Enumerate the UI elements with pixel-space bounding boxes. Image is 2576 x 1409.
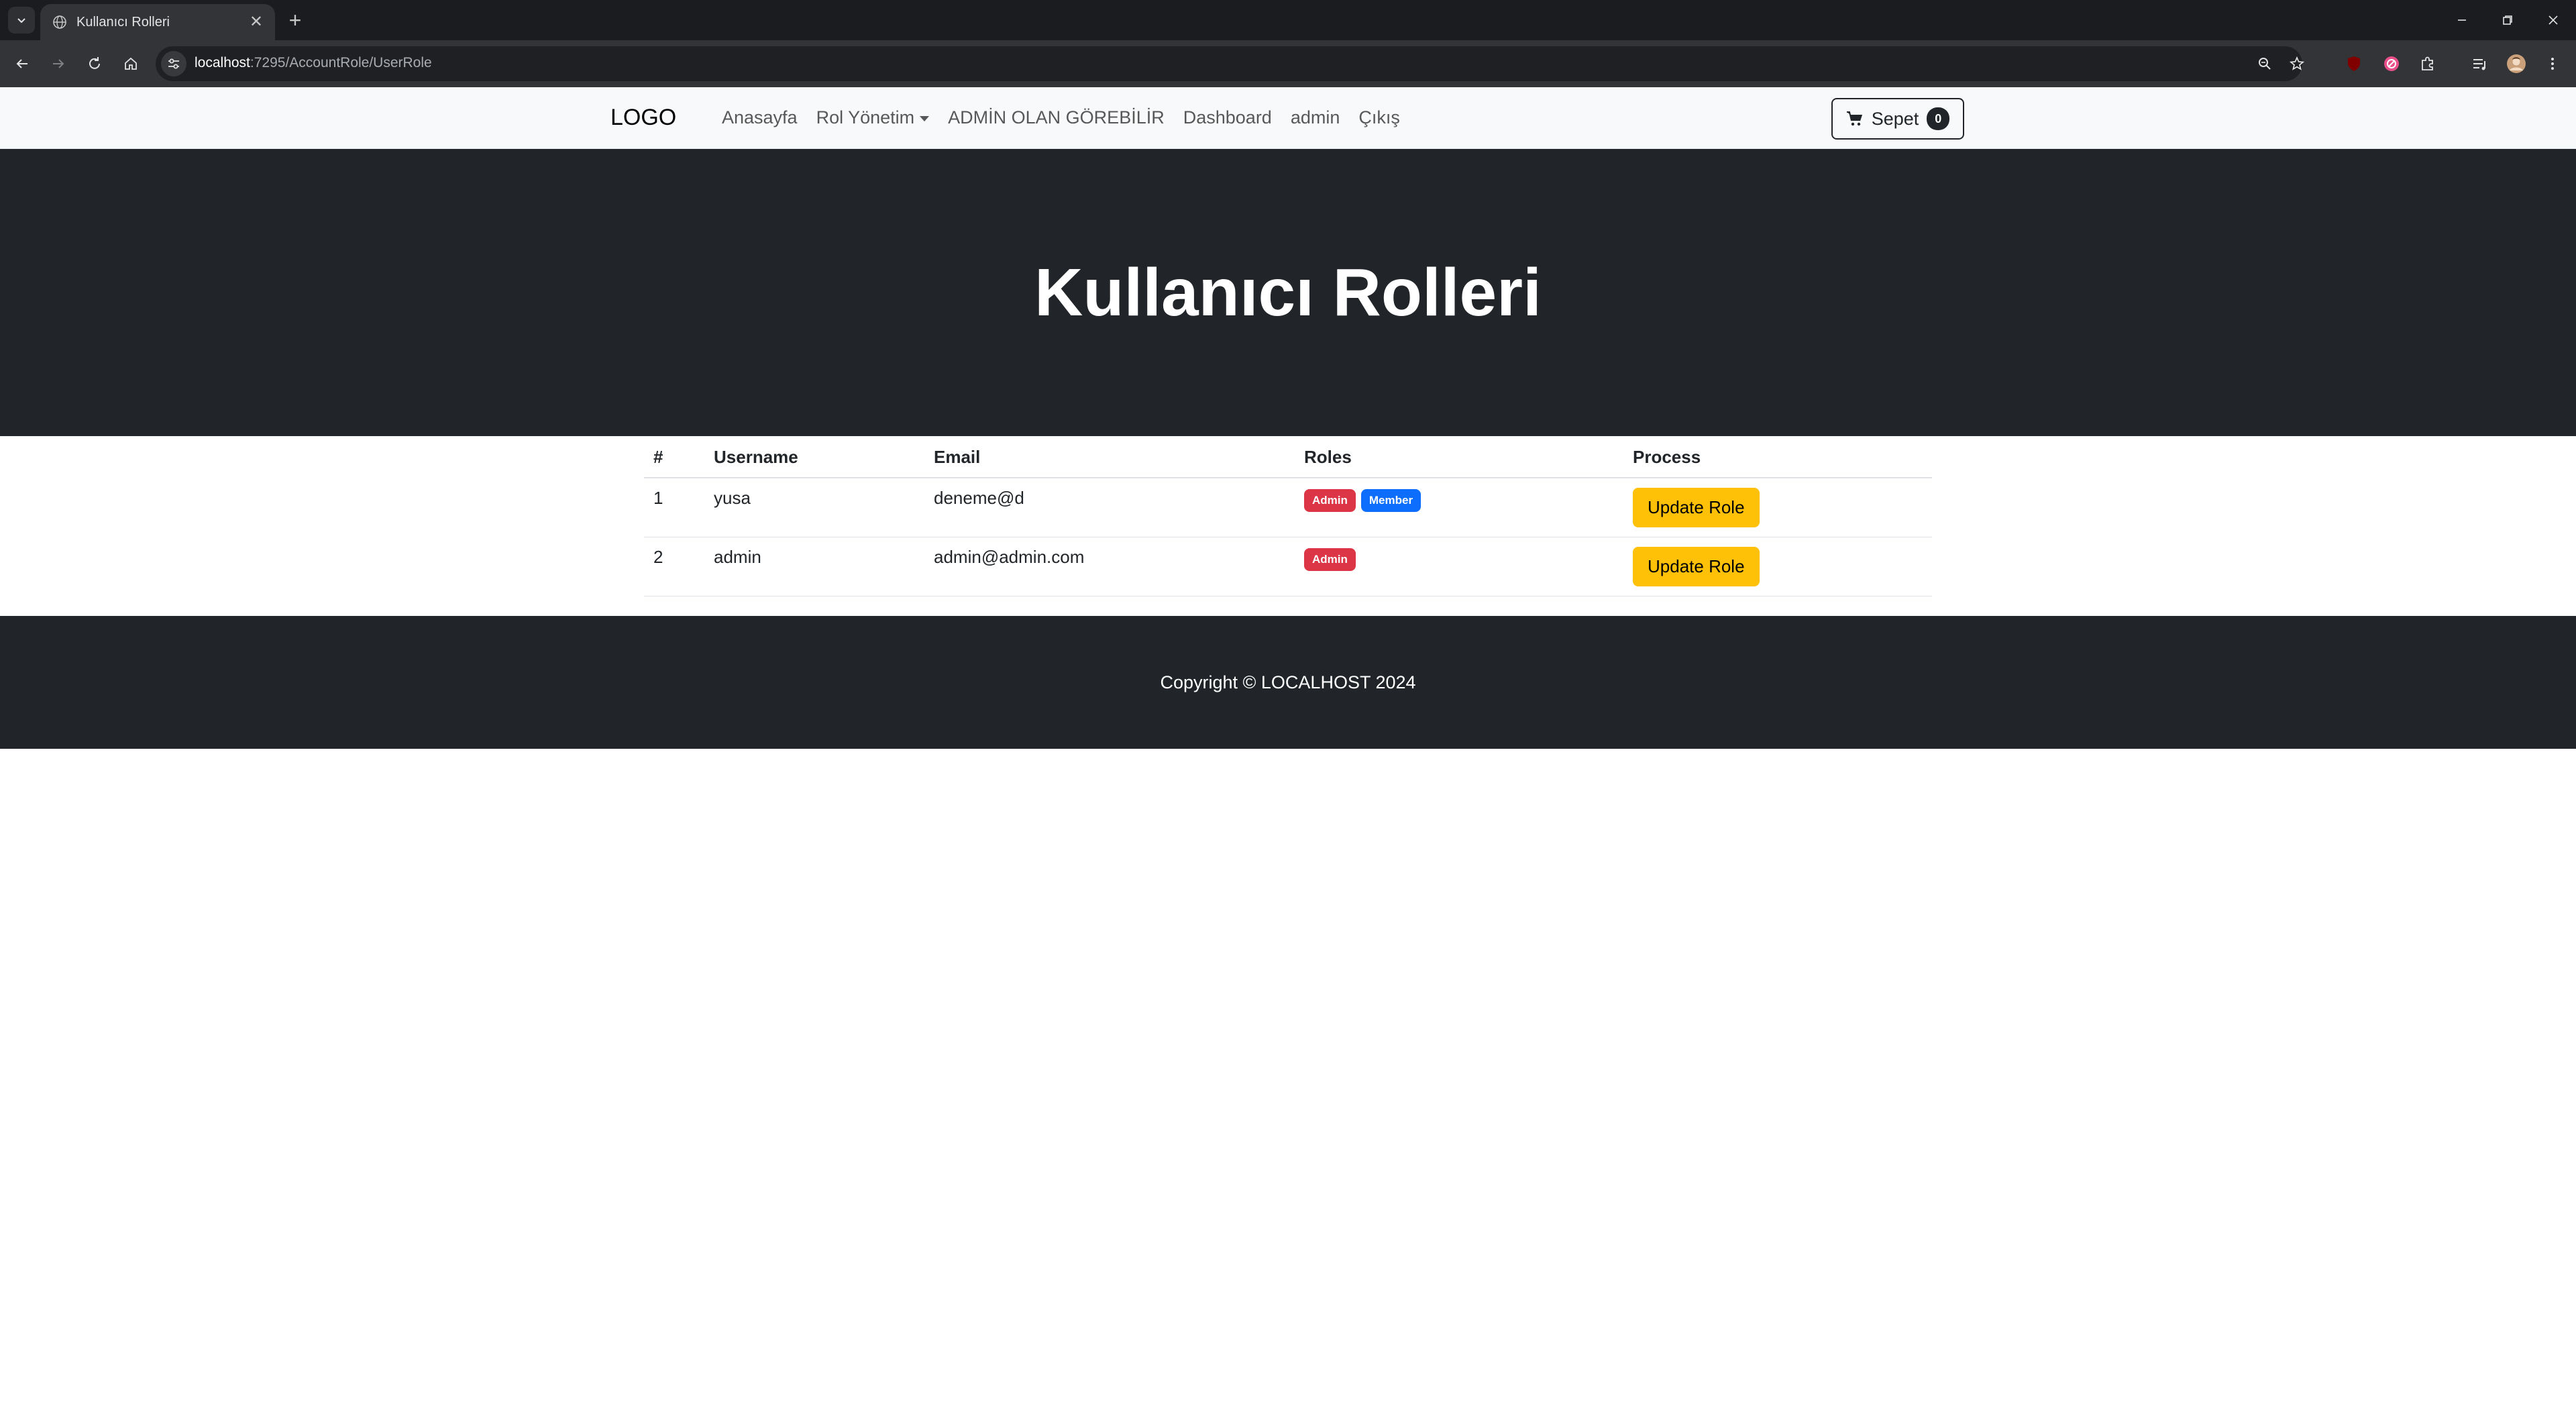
nav-link-dashboard[interactable]: Dashboard bbox=[1183, 107, 1272, 128]
brand-logo[interactable]: LOGO bbox=[610, 105, 676, 131]
column-header-email: Email bbox=[924, 436, 1295, 478]
caret-down-icon bbox=[920, 115, 930, 121]
user-roles-table-container: # Username Email Roles Process 1 yusa de… bbox=[644, 436, 1932, 596]
column-header-index: # bbox=[644, 436, 704, 478]
forward-button[interactable] bbox=[44, 50, 72, 78]
nav-link-admin-only[interactable]: ADMİN OLAN GÖREBİLİR bbox=[948, 107, 1165, 128]
minimize-icon bbox=[2458, 19, 2466, 21]
cell-roles: Admin Member bbox=[1295, 478, 1623, 537]
arrow-left-icon bbox=[16, 59, 28, 68]
cart-label: Sepet bbox=[1871, 108, 1919, 129]
minimize-button[interactable] bbox=[2439, 0, 2485, 40]
bookmark-button[interactable] bbox=[2285, 52, 2309, 76]
extensions-button[interactable] bbox=[2414, 50, 2442, 78]
browser-toolbar: localhost:7295/AccountRole/UserRole bbox=[0, 40, 2576, 87]
column-header-username: Username bbox=[704, 436, 924, 478]
role-badge-member: Member bbox=[1360, 489, 1421, 512]
back-button[interactable] bbox=[8, 50, 36, 78]
footer-copyright: Copyright © LOCALHOST 2024 bbox=[1160, 672, 1416, 692]
zoom-icon bbox=[2259, 58, 2271, 70]
nav-links: Anasayfa Rol Yönetim ADMİN OLAN GÖREBİLİ… bbox=[722, 107, 1400, 128]
tune-icon bbox=[168, 58, 179, 69]
cell-index: 2 bbox=[644, 537, 704, 596]
globe-icon bbox=[53, 15, 66, 29]
cell-process: Update Role bbox=[1623, 537, 1932, 596]
table-row: 1 yusa deneme@d Admin Member Update Role bbox=[644, 478, 1932, 537]
table-row: 2 admin admin@admin.com Admin Update Rol… bbox=[644, 537, 1932, 596]
role-badge-admin: Admin bbox=[1304, 548, 1356, 571]
tab-search-button[interactable] bbox=[8, 7, 35, 34]
reload-icon bbox=[89, 57, 100, 69]
reload-button[interactable] bbox=[80, 50, 109, 78]
cart-icon bbox=[1846, 111, 1862, 126]
url-text: localhost:7295/AccountRole/UserRole bbox=[195, 55, 432, 71]
table-header-row: # Username Email Roles Process bbox=[644, 436, 1932, 478]
nav-link-role-management-label: Rol Yönetim bbox=[816, 107, 915, 127]
cell-index: 1 bbox=[644, 478, 704, 537]
cart-button[interactable]: Sepet 0 bbox=[1831, 98, 1964, 140]
page-title: Kullanıcı Rolleri bbox=[1034, 254, 1542, 330]
extension-blocker[interactable] bbox=[2377, 50, 2406, 78]
star-icon bbox=[2289, 56, 2305, 70]
update-role-button[interactable]: Update Role bbox=[1633, 547, 1760, 586]
cell-email: admin@admin.com bbox=[924, 537, 1295, 596]
cell-email: deneme@d bbox=[924, 478, 1295, 537]
nav-link-logout[interactable]: Çıkış bbox=[1358, 107, 1400, 128]
window-controls bbox=[2439, 0, 2576, 40]
home-icon bbox=[125, 57, 137, 70]
role-badge-admin: Admin bbox=[1304, 489, 1356, 512]
browser-menu-button[interactable] bbox=[2538, 50, 2567, 78]
puzzle-icon bbox=[2422, 56, 2433, 70]
restore-button[interactable] bbox=[2485, 0, 2530, 40]
cell-username: yusa bbox=[704, 478, 924, 537]
more-vertical-icon bbox=[2551, 58, 2554, 70]
nav-link-role-management[interactable]: Rol Yönetim bbox=[816, 107, 930, 128]
tab-close-icon[interactable]: ✕ bbox=[250, 14, 263, 30]
media-queue-icon bbox=[2473, 59, 2485, 70]
restore-icon bbox=[2503, 15, 2512, 25]
column-header-process: Process bbox=[1623, 436, 1932, 478]
zoom-button[interactable] bbox=[2253, 52, 2277, 76]
hero-banner: Kullanıcı Rolleri bbox=[0, 149, 2576, 436]
user-roles-table: # Username Email Roles Process 1 yusa de… bbox=[644, 436, 1932, 596]
cart-count-badge: 0 bbox=[1927, 107, 1950, 130]
browser-tabstrip: Kullanıcı Rolleri ✕ + bbox=[0, 0, 2576, 40]
url-host: localhost bbox=[195, 55, 250, 70]
site-info-button[interactable] bbox=[161, 51, 186, 76]
profile-button[interactable] bbox=[2502, 50, 2530, 78]
nav-link-admin-user[interactable]: admin bbox=[1291, 107, 1340, 128]
column-header-roles: Roles bbox=[1295, 436, 1623, 478]
extension-ublock[interactable] bbox=[2340, 50, 2368, 78]
tab-title: Kullanıcı Rolleri bbox=[76, 14, 170, 30]
cell-roles: Admin bbox=[1295, 537, 1623, 596]
reading-list-button[interactable] bbox=[2466, 50, 2494, 78]
update-role-button[interactable]: Update Role bbox=[1633, 488, 1760, 527]
cell-process: Update Role bbox=[1623, 478, 1932, 537]
chevron-down-icon bbox=[17, 18, 25, 23]
site-footer: Copyright © LOCALHOST 2024 bbox=[0, 616, 2576, 749]
site-navbar: LOGO Anasayfa Rol Yönetim ADMİN OLAN GÖR… bbox=[0, 87, 2576, 149]
cell-username: admin bbox=[704, 537, 924, 596]
page-content: LOGO Anasayfa Rol Yönetim ADMİN OLAN GÖR… bbox=[0, 87, 2576, 1409]
address-bar[interactable]: localhost:7295/AccountRole/UserRole bbox=[156, 46, 2305, 81]
url-path: :7295/AccountRole/UserRole bbox=[250, 55, 432, 70]
home-button[interactable] bbox=[117, 50, 145, 78]
new-tab-button[interactable]: + bbox=[282, 7, 309, 34]
shield-icon bbox=[2348, 56, 2360, 71]
nav-link-home[interactable]: Anasayfa bbox=[722, 107, 798, 128]
close-window-button[interactable] bbox=[2530, 0, 2576, 40]
close-icon bbox=[2548, 15, 2558, 25]
browser-tab-active[interactable]: Kullanıcı Rolleri ✕ bbox=[40, 4, 275, 40]
arrow-right-icon bbox=[53, 59, 64, 68]
avatar-icon bbox=[2507, 54, 2526, 73]
blocked-icon bbox=[2384, 56, 2399, 71]
